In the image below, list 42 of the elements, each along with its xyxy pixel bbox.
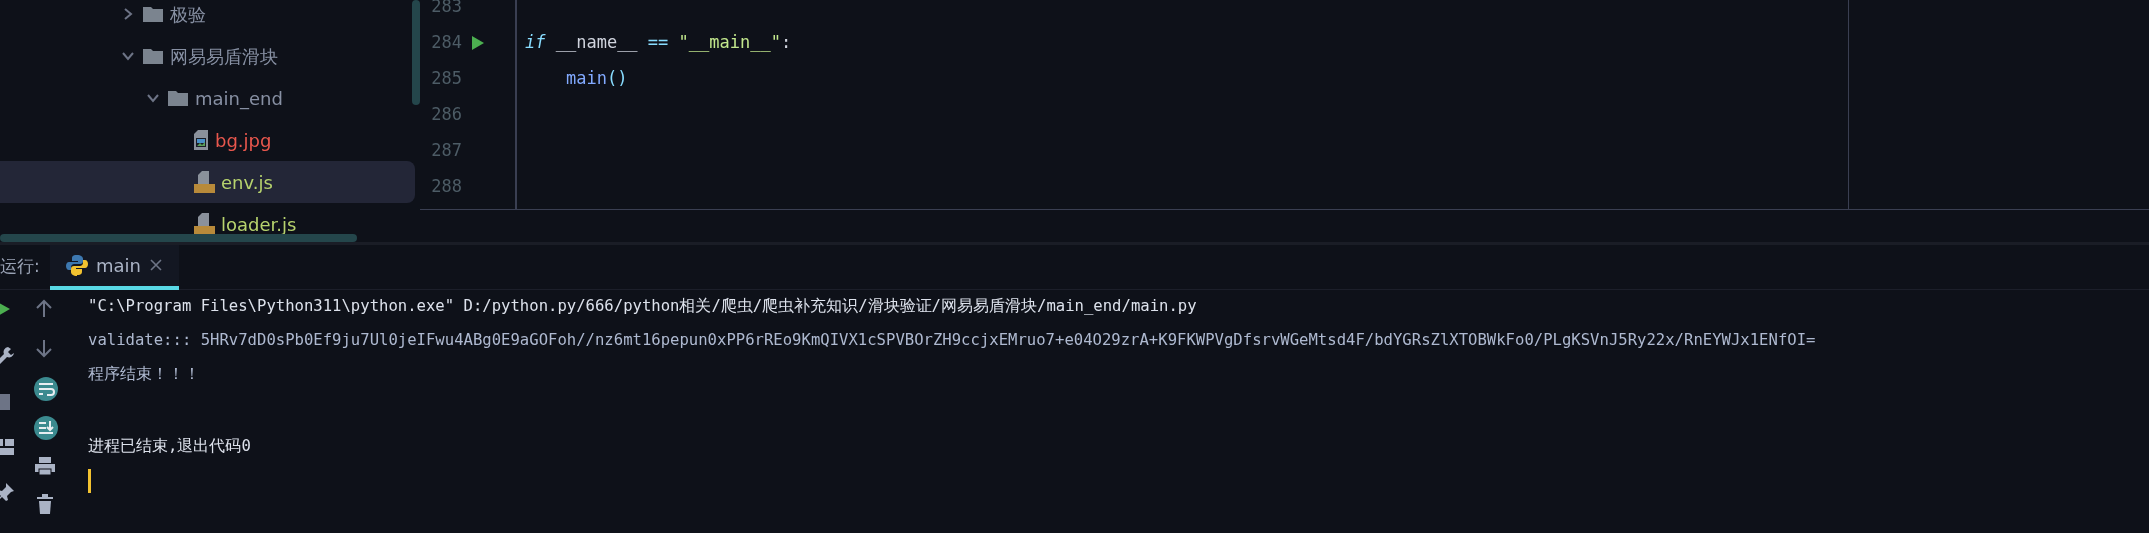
layout-icon[interactable] <box>0 437 16 457</box>
tree-item[interactable]: loader.js <box>0 203 415 245</box>
image-file-icon <box>193 129 209 151</box>
folder-icon <box>142 5 164 23</box>
tree-item[interactable]: 网易易盾滑块 <box>0 35 415 77</box>
code-line: if __name__ == "__main__": <box>525 31 792 55</box>
console-line: 程序结束！！！ <box>88 364 201 386</box>
scrollbar[interactable] <box>0 234 357 242</box>
js-file-icon <box>193 170 215 194</box>
tree-item[interactable]: main_end <box>0 77 415 119</box>
scrollbar[interactable] <box>412 0 420 105</box>
tree-item[interactable]: env.js <box>0 161 415 203</box>
line-number: 287 <box>430 139 462 163</box>
folder-icon <box>167 89 189 107</box>
tree-item-label: 极验 <box>170 2 206 27</box>
tree-item[interactable]: 极验 <box>0 0 415 35</box>
tree-item-label: env.js <box>221 170 273 195</box>
console-line: "C:\Program Files\Python311\python.exe" D:/python.py/666/python相关/爬虫/爬虫补充知识/滑块验证/网易易盾滑块/main_end/main.py <box>88 296 1198 318</box>
js-file-icon <box>193 212 215 236</box>
text-cursor <box>88 469 91 493</box>
wrench-icon[interactable] <box>0 345 16 367</box>
tree-item-label: main_end <box>195 86 283 112</box>
close-icon <box>149 258 163 272</box>
line-number: 285 <box>430 67 462 91</box>
panel-label: 运行: <box>0 255 41 279</box>
python-icon <box>66 254 88 276</box>
pin-icon[interactable] <box>0 482 16 504</box>
line-number: 286 <box>430 103 462 127</box>
console-line: validate::: 5HRv7dD0sPb0Ef9ju7Ul0jeIFwu4ABg0E9aGOFoh//nz6mt16pepun0xPP6rREo9KmQIVX1cSPVBOrZH9ccjxEMruo7+e04O29zrA+K9FKWPVgDfsrvWGeMtsd4F/bdYGRsZlXTOBWkFo0/PLgKSVnJ5Ry22x/RnEYWJx1ENfOI= <box>88 330 1816 352</box>
tree-item-label: 网易易盾滑块 <box>170 44 278 69</box>
line-number: 283 <box>430 0 462 19</box>
tree-item[interactable]: bg.jpg <box>0 119 415 161</box>
folder-icon <box>142 47 164 65</box>
wrap-icon[interactable] <box>33 376 59 402</box>
tree-item-label: bg.jpg <box>215 128 272 153</box>
scroll-to-end-icon[interactable] <box>33 415 59 441</box>
tree-item-label: loader.js <box>221 212 297 237</box>
console-line: 进程已结束,退出代码0 <box>88 436 252 458</box>
line-number: 284 <box>430 31 462 55</box>
line-number: 288 <box>430 175 462 199</box>
run-tab[interactable]: main <box>50 244 179 290</box>
code-line: main() <box>565 67 628 91</box>
